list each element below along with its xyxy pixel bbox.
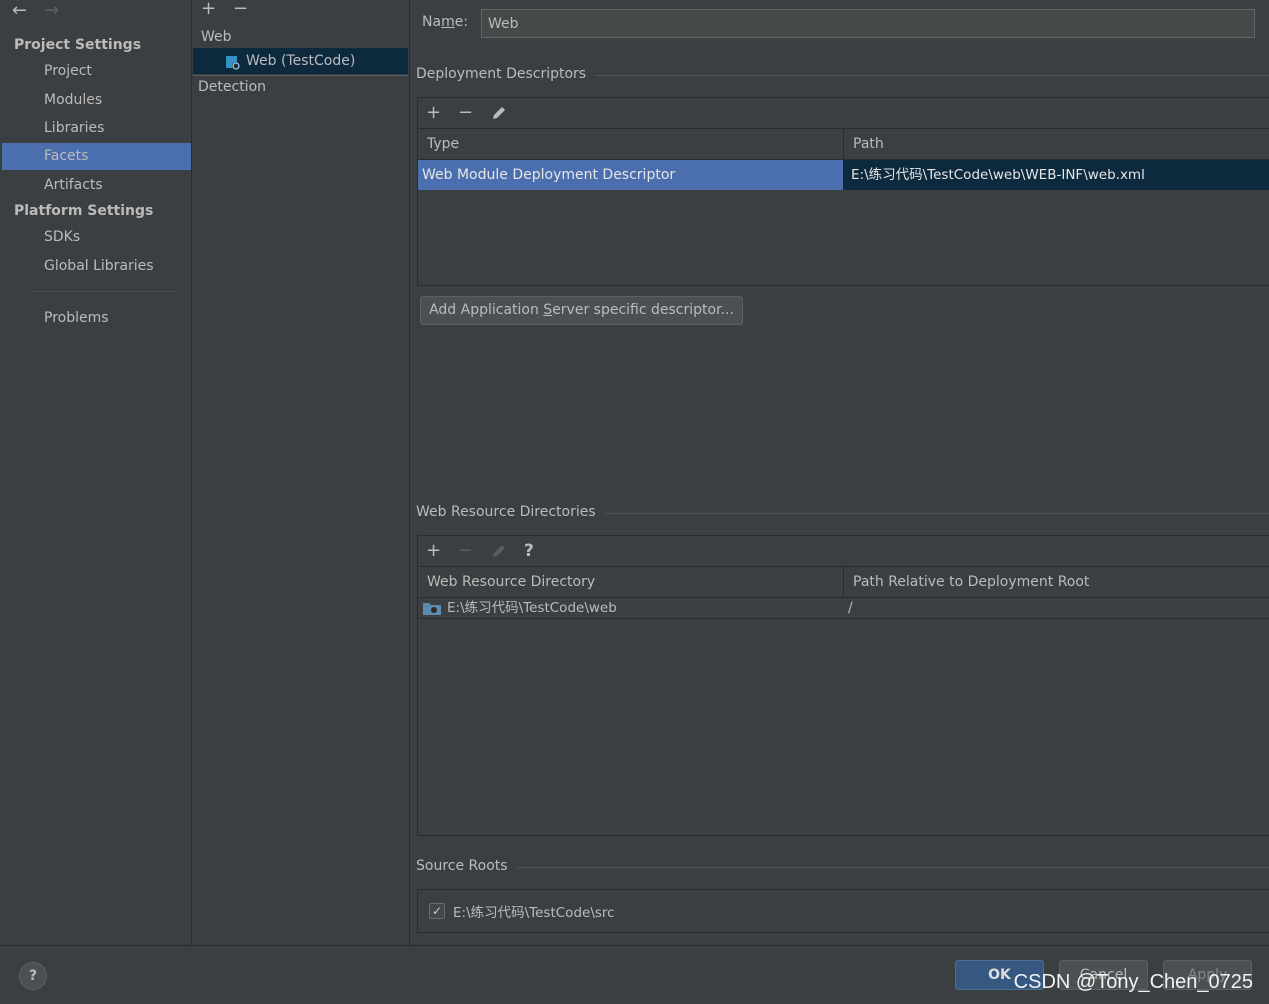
remove-icon[interactable]: − xyxy=(458,104,473,122)
source-roots-title: Source Roots xyxy=(416,858,516,874)
name-label: Name: xyxy=(422,14,469,30)
facet-settings-panel: Name: Deployment Descriptors + − Type Pa… xyxy=(410,0,1269,945)
column-header-type[interactable]: Type xyxy=(418,129,843,159)
sidebar-divider xyxy=(32,291,177,292)
deployment-table-body: Web Module Deployment Descriptor E:\练习代码… xyxy=(418,160,1269,285)
source-root-checkbox[interactable]: ✓ xyxy=(429,903,445,919)
cell-relative-path: / xyxy=(848,600,853,616)
cell-directory: E:\练习代码\TestCode\web xyxy=(447,600,617,616)
settings-sidebar: ← → Project Settings Project Modules Lib… xyxy=(2,0,192,945)
edit-pencil-icon[interactable] xyxy=(490,104,508,126)
sidebar-item-modules[interactable]: Modules xyxy=(2,87,191,114)
tree-item-detection[interactable]: Detection xyxy=(198,74,266,100)
back-arrow-icon[interactable]: ← xyxy=(12,0,27,21)
dialog-button-bar: ? OK Cancel Apply CSDN @Tony_Chen_0725 xyxy=(0,945,1269,1004)
cell-type: Web Module Deployment Descriptor xyxy=(418,160,843,190)
add-icon[interactable]: + xyxy=(201,0,216,18)
deployment-descriptors-table: + − Type Path Web Module Deployment Desc… xyxy=(417,97,1269,286)
table-row[interactable]: E:\练习代码\TestCode\web / xyxy=(418,598,1269,619)
web-facet-icon xyxy=(225,54,240,70)
sidebar-item-project[interactable]: Project xyxy=(2,58,191,85)
remove-icon[interactable]: − xyxy=(233,0,248,18)
add-server-descriptor-button[interactable]: Add Application Server specific descript… xyxy=(420,296,743,325)
edit-pencil-icon[interactable] xyxy=(490,542,508,564)
sidebar-item-libraries[interactable]: Libraries xyxy=(2,115,191,142)
help-icon[interactable]: ? xyxy=(524,542,534,560)
web-resource-table-body: E:\练习代码\TestCode\web / xyxy=(418,598,1269,835)
column-header-directory[interactable]: Web Resource Directory xyxy=(418,567,843,597)
tree-item-label: Web (TestCode) xyxy=(246,53,356,69)
help-button[interactable]: ? xyxy=(19,962,47,990)
web-resources-group-line xyxy=(600,513,1269,514)
table-row[interactable]: Web Module Deployment Descriptor E:\练习代码… xyxy=(418,160,1269,190)
sidebar-item-sdks[interactable]: SDKs xyxy=(2,224,191,251)
source-root-path: E:\练习代码\TestCode\src xyxy=(453,905,615,921)
deployment-table-header: Type Path xyxy=(418,129,1269,160)
web-folder-icon xyxy=(423,601,441,619)
web-resource-table-header: Web Resource Directory Path Relative to … xyxy=(418,567,1269,598)
source-roots-list: ✓ E:\练习代码\TestCode\src xyxy=(417,889,1269,933)
sidebar-item-global-libraries[interactable]: Global Libraries xyxy=(2,253,191,280)
tree-group-web[interactable]: Web xyxy=(201,24,232,50)
column-header-path[interactable]: Path xyxy=(844,129,1269,159)
sidebar-item-problems[interactable]: Problems xyxy=(2,305,191,332)
deployment-descriptors-title: Deployment Descriptors xyxy=(416,66,595,82)
add-icon[interactable]: + xyxy=(426,542,441,560)
csdn-watermark: CSDN @Tony_Chen_0725 xyxy=(1013,971,1253,993)
deployment-toolbar: + − xyxy=(418,98,1269,129)
web-resource-directories-title: Web Resource Directories xyxy=(416,504,604,520)
platform-settings-heading: Platform Settings xyxy=(14,203,154,219)
column-header-relative-path[interactable]: Path Relative to Deployment Root xyxy=(844,567,1269,597)
sidebar-item-artifacts[interactable]: Artifacts xyxy=(2,172,191,199)
add-icon[interactable]: + xyxy=(426,104,441,122)
source-roots-group-line xyxy=(510,867,1269,868)
forward-arrow-icon[interactable]: → xyxy=(44,0,59,21)
tree-item-web-testcode[interactable]: Web (TestCode) xyxy=(193,48,408,74)
web-resource-toolbar: + − ? xyxy=(418,536,1269,567)
web-resource-table: + − ? Web Resource Directory Path Relati… xyxy=(417,535,1269,836)
sidebar-item-facets[interactable]: Facets xyxy=(2,143,191,170)
project-settings-heading: Project Settings xyxy=(14,37,142,53)
deployment-group-line xyxy=(590,75,1269,76)
facets-tree-panel: + − Web Web (TestCode) Detection xyxy=(193,0,410,945)
name-input[interactable] xyxy=(481,9,1255,38)
remove-icon[interactable]: − xyxy=(458,542,473,560)
cell-path: E:\练习代码\TestCode\web\WEB-INF\web.xml xyxy=(843,160,1269,190)
